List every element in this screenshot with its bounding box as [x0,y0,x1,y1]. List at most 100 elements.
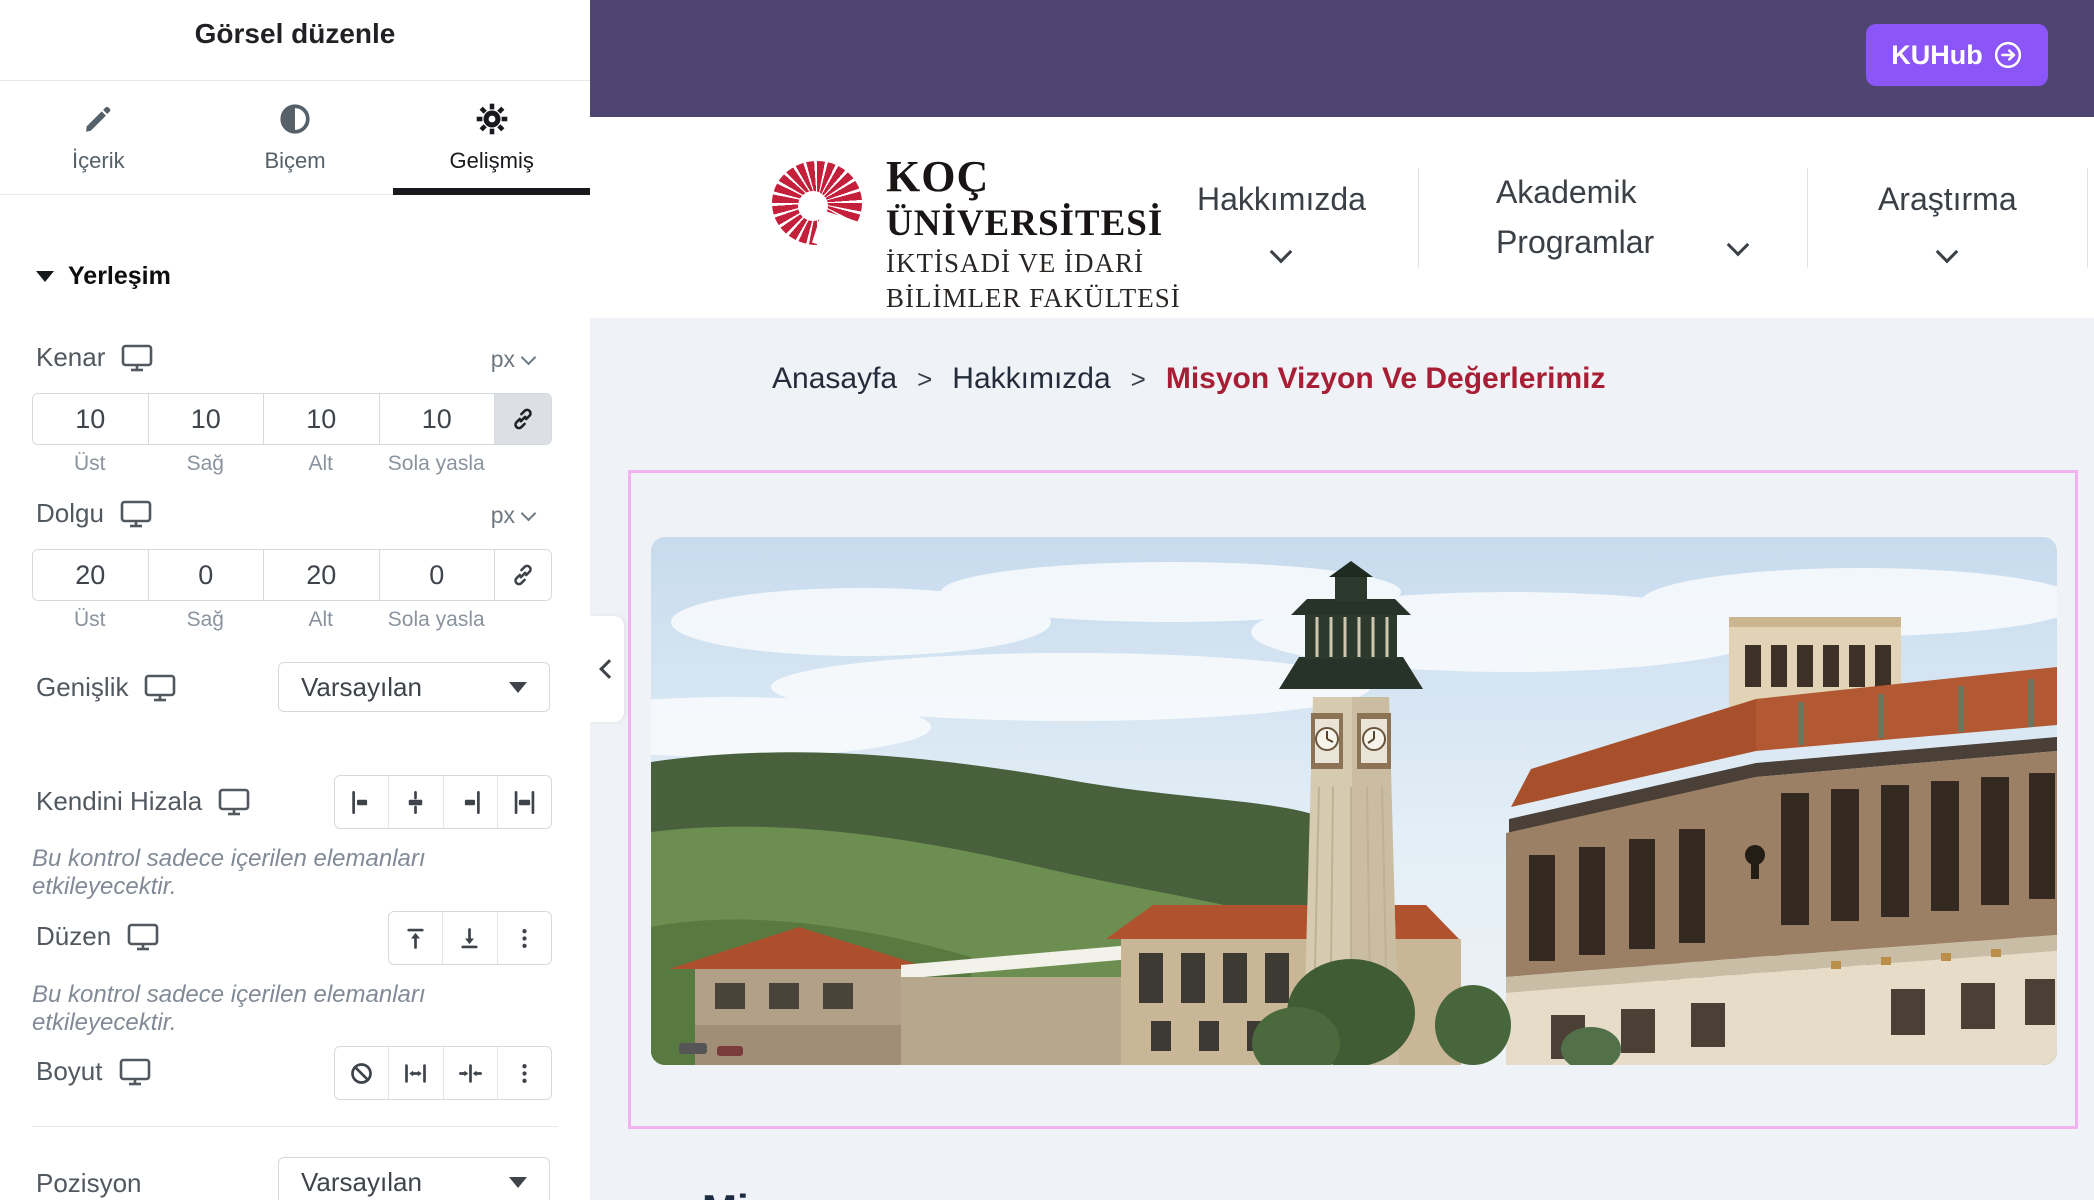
size-more-button[interactable] [498,1047,551,1099]
kenar-sublabels: Üst Sağ Alt Sola yasla [32,452,494,476]
panel-title: Görsel düzenle [0,18,590,50]
breadcrumb-separator: > [1131,364,1146,395]
dolgu-bottom-input[interactable] [264,550,380,600]
device-desktop-icon[interactable] [127,923,159,951]
order-end-button[interactable] [443,912,497,964]
elementor-editor: Görsel düzenle İçerik Biçem [0,0,2094,1200]
device-desktop-icon[interactable] [119,1058,151,1086]
tab-bicem[interactable]: Biçem [197,81,394,194]
dolgu-label-row: Dolgu [36,498,152,529]
settings-panel: Görsel düzenle İçerik Biçem [0,0,590,1200]
align-stretch-button[interactable] [498,776,551,828]
dolgu-left-input[interactable] [380,550,496,600]
campus-photo[interactable] [651,537,2057,1065]
pozisyon-label-row: Pozisyon [36,1168,142,1199]
size-shrink-button[interactable] [444,1047,498,1099]
size-grow-button[interactable] [389,1047,443,1099]
sublabel: Alt [263,608,379,632]
kenar-unit-select[interactable]: px [491,346,534,373]
genislik-label: Genişlik [36,672,128,703]
chevron-down-icon [521,506,537,522]
section-divider [32,1126,558,1127]
dolgu-link-values-button[interactable] [495,550,551,600]
page-preview: KUHub KOÇ ÜNİVERSİTESİ İKTİSADİ VE İDARİ… [590,0,2094,1200]
breadcrumb: Anasayfa > Hakkımızda > Misyon Vizyon Ve… [772,362,1605,396]
site-topbar: KUHub [590,0,2094,117]
chevron-down-icon [1727,234,1750,257]
kenar-right-input[interactable] [149,394,265,444]
size-group [334,1046,552,1100]
sublabel: Sola yasla [379,608,495,632]
kuhub-button[interactable]: KUHub [1866,24,2048,86]
pozisyon-label: Pozisyon [36,1168,142,1199]
order-more-button[interactable] [498,912,551,964]
contrast-icon [278,102,312,136]
nav-item-akademik-programlar[interactable]: Akademik Programlar [1419,168,1807,267]
tab-icerik[interactable]: İçerik [0,81,197,194]
unit-value: px [491,346,515,373]
nav-item-hakkimizda[interactable]: Hakkımızda [1145,175,1418,261]
dolgu-top-input[interactable] [33,550,149,600]
align-end-button[interactable] [444,776,498,828]
tab-label: Gelişmiş [450,148,534,174]
align-self-group [334,775,552,829]
tab-gelismis[interactable]: Gelişmiş [393,81,590,194]
koc-spiral-logo-icon [772,161,862,245]
dolgu-sublabels: Üst Sağ Alt Sola yasla [32,608,494,632]
circle-arrow-right-icon [1993,40,2023,70]
section-collapse-icon [36,271,54,282]
order-start-button[interactable] [389,912,443,964]
chevron-left-icon [599,659,619,679]
duzen-label-row: Düzen [36,921,159,952]
nav-label: Akademik Programlar [1496,168,1708,267]
align-start-button[interactable] [335,776,389,828]
breadcrumb-home[interactable]: Anasayfa [772,362,897,396]
dolgu-right-input[interactable] [149,550,265,600]
breadcrumb-current: Misyon Vizyon Ve Değerlerimiz [1166,362,1606,396]
section-yerlesim[interactable]: Yerleşim [36,262,171,291]
device-desktop-icon[interactable] [121,344,153,372]
nav-label: Araştırma [1878,175,2017,225]
kenar-top-input[interactable] [33,394,149,444]
breadcrumb-separator: > [917,364,932,395]
section-title: Yerleşim [68,262,171,291]
caret-down-icon [509,1177,527,1188]
caret-down-icon [509,682,527,693]
kenar-label-row: Kenar [36,342,153,373]
genislik-select[interactable]: Varsayılan [278,662,550,712]
control-note: Bu kontrol sadece içerilen elemanları et… [32,845,552,901]
sublabel: Alt [263,452,379,476]
kenar-inputs [32,393,552,445]
panel-tabs: İçerik Biçem [0,80,590,195]
dolgu-unit-select[interactable]: px [491,502,534,529]
device-desktop-icon[interactable] [144,674,176,702]
chevron-down-icon [1936,241,1959,264]
select-value: Varsayılan [301,1167,422,1198]
kenar-link-values-button[interactable] [495,394,551,444]
device-desktop-icon[interactable] [120,500,152,528]
boyut-label: Boyut [36,1056,103,1087]
nav-divider [2087,168,2088,268]
site-navbar: KOÇ ÜNİVERSİTESİ İKTİSADİ VE İDARİ BİLİM… [590,117,2094,318]
logo-line3: İKTİSADİ VE İDARİ [886,250,1181,277]
kenar-left-input[interactable] [380,394,496,444]
tab-label: Biçem [264,148,325,174]
pencil-icon [81,102,115,136]
kenar-bottom-input[interactable] [264,394,380,444]
align-center-button[interactable] [389,776,443,828]
breadcrumb-hakkimizda[interactable]: Hakkımızda [952,362,1110,396]
nav-label: Hakkımızda [1197,175,1366,225]
logo-line4: BİLİMLER FAKÜLTESİ [886,285,1181,312]
sublabel: Sağ [148,452,264,476]
sublabel: Üst [32,452,148,476]
select-value: Varsayılan [301,672,422,703]
panel-collapse-handle[interactable] [590,616,624,722]
university-logo[interactable]: KOÇ ÜNİVERSİTESİ İKTİSADİ VE İDARİ BİLİM… [772,155,1181,312]
dolgu-label: Dolgu [36,498,104,529]
sublabel: Sola yasla [379,452,495,476]
pozisyon-select[interactable]: Varsayılan [278,1157,550,1200]
device-desktop-icon[interactable] [218,788,250,816]
chevron-down-icon [1270,241,1293,264]
nav-item-arastirma[interactable]: Araştırma [1808,175,2087,261]
size-none-button[interactable] [335,1047,389,1099]
